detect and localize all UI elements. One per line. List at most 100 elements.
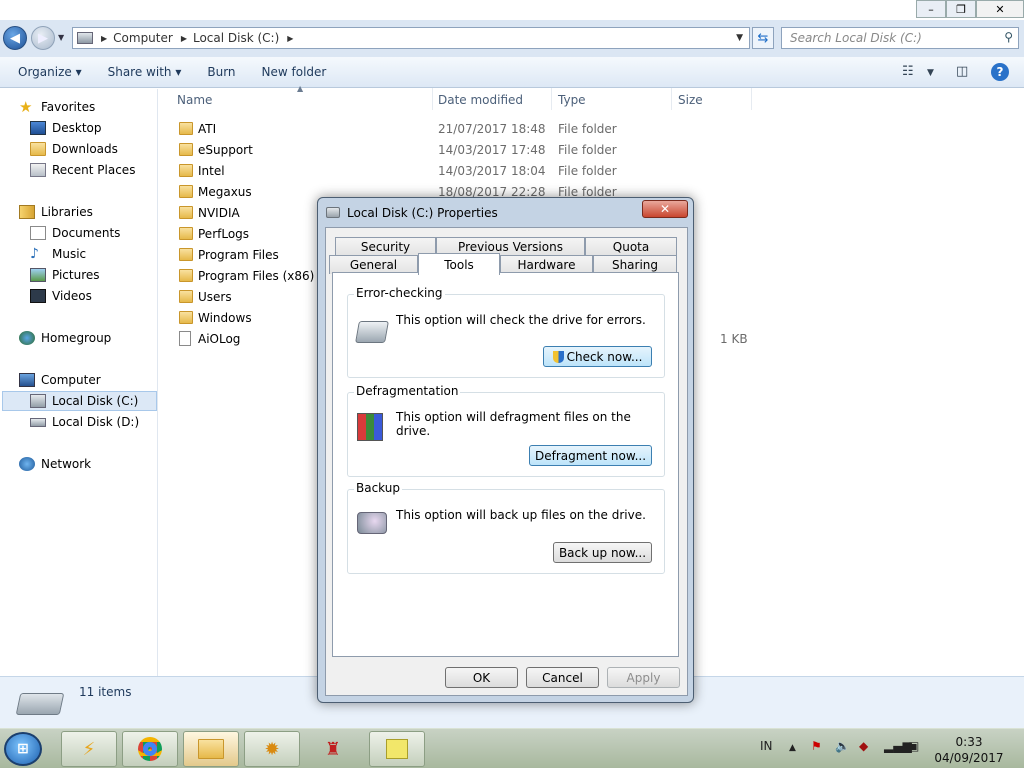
item-count: 11 items <box>79 685 132 699</box>
action-center-icon[interactable]: ⚑ <box>811 739 822 753</box>
refresh-button[interactable]: ⇆ <box>752 27 774 49</box>
drive-icon <box>326 207 340 218</box>
back-up-now-button[interactable]: Back up now... <box>553 542 652 563</box>
nav-homegroup[interactable]: Homegroup <box>19 328 111 348</box>
folder-icon <box>179 143 193 156</box>
recent-pages-dropdown[interactable]: ▼ <box>58 33 64 42</box>
nav-downloads-label: Downloads <box>52 142 118 156</box>
taskbar-app-winamp[interactable]: ⚡ <box>61 731 117 767</box>
close-button[interactable]: ✕ <box>976 0 1024 18</box>
dialog-close-button[interactable]: ✕ <box>642 200 688 218</box>
properties-dialog: Local Disk (C:) Properties ✕ Security Pr… <box>317 197 694 703</box>
volume-icon[interactable]: 🔈 <box>835 739 850 753</box>
change-view-icon[interactable]: ☷ <box>902 64 914 79</box>
breadcrumb-local-disk-c[interactable]: Local Disk (C:) <box>193 31 279 45</box>
nav-videos[interactable]: Videos <box>30 286 92 306</box>
back-arrow-icon: ◀ <box>10 30 20 46</box>
cancel-button[interactable]: Cancel <box>526 667 599 688</box>
backup-text: This option will back up files on the dr… <box>396 508 646 522</box>
show-hidden-icons-icon[interactable]: ▲ <box>789 743 796 753</box>
apply-button[interactable]: Apply <box>607 667 680 688</box>
nav-pictures[interactable]: Pictures <box>30 265 100 285</box>
taskbar: ⊞ ⚡ ✹ ♜ IN ▲ ⚑ 🔈 ◆ ▂▄▆ ▣ 0:33 04/09/2017 <box>0 728 1024 768</box>
nav-recent-places[interactable]: Recent Places <box>30 160 135 180</box>
folder-icon <box>179 290 193 303</box>
nav-recent-places-label: Recent Places <box>52 163 136 177</box>
defragment-now-button[interactable]: Defragment now... <box>529 445 652 466</box>
start-button[interactable]: ⊞ <box>4 732 42 766</box>
address-dropdown-icon[interactable]: ▼ <box>736 33 743 43</box>
taskbar-app-explorer[interactable] <box>183 731 239 767</box>
explorer-folder-icon <box>198 739 224 759</box>
column-header-date[interactable]: Date modified <box>438 93 523 107</box>
preview-pane-icon[interactable]: ◫ <box>956 64 968 79</box>
file-name: Program Files <box>198 248 279 262</box>
nav-local-disk-d[interactable]: Local Disk (D:) <box>30 412 139 432</box>
tab-tools[interactable]: Tools <box>418 253 500 275</box>
error-check-drive-icon <box>355 321 389 343</box>
nav-network[interactable]: Network <box>19 454 91 474</box>
taskbar-app-sticky-notes[interactable] <box>369 731 425 767</box>
nav-computer[interactable]: Computer <box>19 370 101 390</box>
nav-documents[interactable]: Documents <box>30 223 120 243</box>
search-input[interactable]: Search Local Disk (C:) ⚲ <box>781 27 1019 49</box>
taskbar-app-red[interactable]: ♜ <box>305 731 361 767</box>
language-indicator[interactable]: IN <box>760 739 773 753</box>
nav-libraries-label: Libraries <box>41 205 93 219</box>
defragment-icon <box>357 413 383 441</box>
nav-local-disk-c-label: Local Disk (C:) <box>52 394 139 408</box>
file-name: Users <box>198 290 232 304</box>
nav-local-disk-c[interactable]: Local Disk (C:) <box>2 391 157 411</box>
help-icon[interactable]: ? <box>991 63 1009 81</box>
nav-desktop[interactable]: Desktop <box>30 118 102 138</box>
maximize-button[interactable]: ❐ <box>946 0 976 18</box>
file-row[interactable]: ATI 21/07/2017 18:48 File folder <box>176 119 756 139</box>
folder-icon <box>179 248 193 261</box>
back-button[interactable]: ◀ <box>3 26 27 50</box>
red-character-icon: ♜ <box>324 738 342 760</box>
command-bar: Organize ▾ Share with ▾ Burn New folder <box>0 57 1024 88</box>
nav-favorites[interactable]: ★ Favorites <box>19 97 95 117</box>
breadcrumb-computer[interactable]: Computer <box>113 31 173 45</box>
nav-libraries[interactable]: Libraries <box>19 202 93 222</box>
dialog-body: Security Previous Versions Quota General… <box>325 227 688 696</box>
ok-button[interactable]: OK <box>445 667 518 688</box>
new-folder-button[interactable]: New folder <box>262 65 327 79</box>
file-date: 14/03/2017 18:04 <box>438 164 546 178</box>
network-icon <box>19 457 35 471</box>
winamp-icon: ⚡ <box>82 738 96 760</box>
organize-menu[interactable]: Organize ▾ <box>18 65 82 79</box>
drive-d-icon <box>30 417 46 427</box>
file-row[interactable]: eSupport 14/03/2017 17:48 File folder <box>176 140 756 160</box>
forward-button[interactable]: ▶ <box>31 26 55 50</box>
nav-favorites-label: Favorites <box>41 100 96 114</box>
check-now-label: Check now... <box>566 349 643 364</box>
game-emblem-icon: ✹ <box>264 738 280 760</box>
check-now-button[interactable]: Check now... <box>543 346 652 367</box>
burn-button[interactable]: Burn <box>207 65 235 79</box>
search-placeholder: Search Local Disk (C:) <box>790 31 922 45</box>
file-name: AiOLog <box>198 332 241 346</box>
minimize-button[interactable]: – <box>916 0 946 18</box>
nav-music[interactable]: ♪ Music <box>30 244 86 264</box>
system-clock[interactable]: 0:33 04/09/2017 <box>930 734 1008 766</box>
videos-icon <box>30 289 46 303</box>
drive-c-icon <box>30 394 46 408</box>
nav-music-label: Music <box>52 247 87 261</box>
column-header-name[interactable]: Name <box>177 93 212 107</box>
nav-downloads[interactable]: Downloads <box>30 139 118 159</box>
power-icon[interactable]: ▣ <box>908 739 919 753</box>
taskbar-app-game[interactable]: ✹ <box>244 731 300 767</box>
folder-icon <box>179 185 193 198</box>
file-row[interactable]: Intel 14/03/2017 18:04 File folder <box>176 161 756 181</box>
security-shield-icon[interactable]: ◆ <box>859 739 868 753</box>
address-bar[interactable]: ▶ Computer ▶ Local Disk (C:) ▶ ▼ <box>72 27 750 49</box>
tab-quota[interactable]: Quota <box>585 237 677 256</box>
view-options-icon[interactable]: ▼ <box>927 68 934 78</box>
column-header-type[interactable]: Type <box>558 93 586 107</box>
share-with-menu[interactable]: Share with ▾ <box>108 65 182 79</box>
column-header-size[interactable]: Size <box>678 93 703 107</box>
file-date: 21/07/2017 18:48 <box>438 122 546 136</box>
backup-group: Backup This option will back up files on… <box>347 481 665 574</box>
taskbar-app-chrome[interactable] <box>122 731 178 767</box>
